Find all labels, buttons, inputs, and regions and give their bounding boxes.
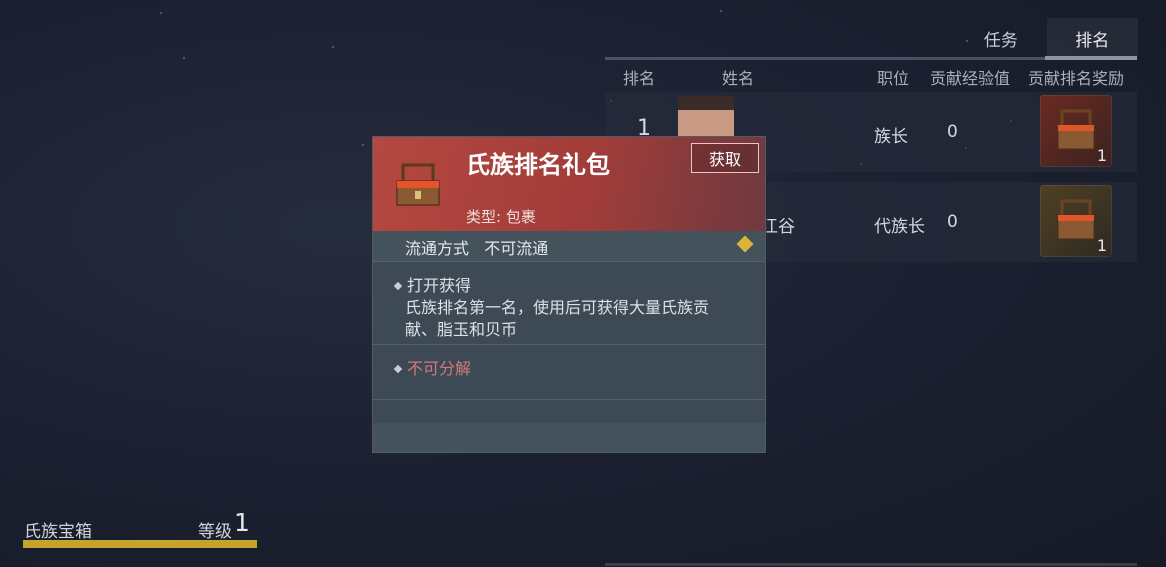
- no-decompose-row: 不可分解: [393, 358, 471, 380]
- row-contribution: 0: [947, 212, 958, 232]
- tooltip-header: 氏族排名礼包 类型: 包裹 获取: [373, 137, 765, 231]
- diamond-bullet-icon: [393, 364, 403, 373]
- circulation-label: 流通方式: [405, 239, 470, 258]
- open-label: 打开获得: [407, 276, 472, 295]
- item-description: 氏族排名第一名，使用后可获得大量氏族贡献、脂玉和贝币: [405, 298, 710, 339]
- reward-count: 1: [1096, 236, 1107, 255]
- tooltip-type: 类型: 包裹: [466, 208, 536, 226]
- header-contribution: 贡献经验值: [930, 69, 1011, 88]
- help-icon[interactable]: [736, 235, 754, 253]
- reward-chest-icon[interactable]: 1: [1040, 95, 1112, 167]
- reward-chest-icon[interactable]: 1: [1040, 185, 1112, 257]
- reward-count: 1: [1096, 146, 1107, 165]
- level-value: 1: [234, 508, 250, 537]
- gift-chest-icon: [391, 157, 445, 211]
- divider: [373, 399, 765, 400]
- tab-tasks[interactable]: 任务: [955, 18, 1047, 58]
- level-label: 等级: [198, 522, 232, 542]
- header-name: 姓名: [722, 69, 755, 88]
- diamond-bullet-icon: [393, 281, 403, 290]
- obtain-button[interactable]: 获取: [691, 143, 759, 173]
- circulation-row: 流通方式 不可流通: [373, 231, 765, 261]
- divider: [373, 261, 765, 262]
- header-reward: 贡献排名奖励: [1028, 69, 1125, 88]
- ranking-table-header: 排名 姓名 职位 贡献经验值 贡献排名奖励: [605, 62, 1137, 90]
- avatar: [678, 96, 734, 142]
- row-position: 代族长: [874, 217, 925, 237]
- item-tooltip: 氏族排名礼包 类型: 包裹 获取 流通方式 不可流通 打开获得 氏族排名第一名，…: [373, 137, 765, 452]
- tooltip-footer: [373, 423, 765, 452]
- row-position: 族长: [874, 127, 908, 147]
- tab-bar: 任务 排名: [955, 18, 1138, 58]
- panel-bottom-border: [605, 563, 1137, 566]
- circulation-value: 不可流通: [484, 239, 549, 258]
- level-progress-bar: [23, 540, 257, 548]
- row-name: 江谷: [761, 217, 795, 237]
- row-contribution: 0: [947, 122, 958, 142]
- clan-chest-label: 氏族宝箱: [24, 522, 92, 542]
- header-position: 职位: [877, 69, 910, 88]
- tab-ranking[interactable]: 排名: [1046, 18, 1138, 58]
- tooltip-title: 氏族排名礼包: [466, 151, 610, 179]
- divider: [373, 344, 765, 345]
- tab-active-indicator: [1045, 56, 1137, 60]
- header-rank: 排名: [623, 69, 656, 88]
- open-section-heading: 打开获得: [393, 275, 471, 297]
- no-decompose-label: 不可分解: [407, 359, 472, 378]
